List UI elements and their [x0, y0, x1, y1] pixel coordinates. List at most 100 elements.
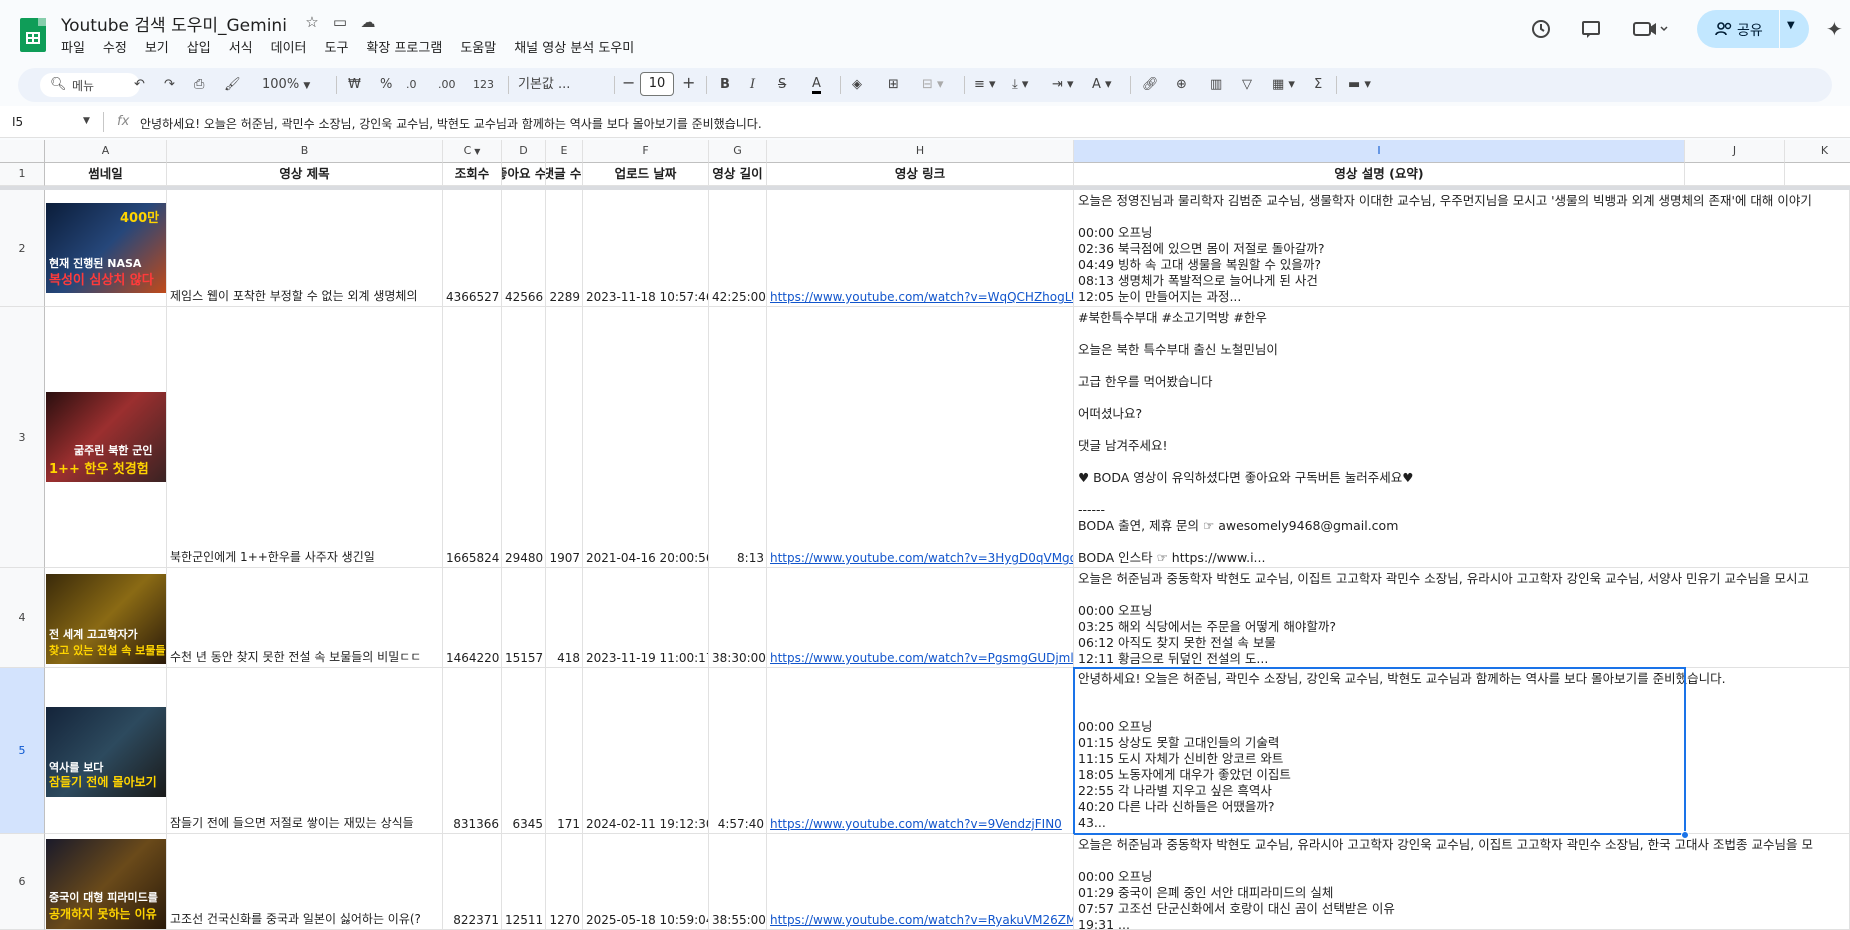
- font-size-input[interactable]: 10: [640, 72, 674, 96]
- insert-comment-icon[interactable]: ⊕: [1176, 76, 1187, 94]
- row-header-1[interactable]: 1: [0, 163, 45, 186]
- undo-icon[interactable]: ↶: [134, 76, 145, 94]
- video-link-cell[interactable]: https://www.youtube.com/watch?v=9VendzjF…: [767, 668, 1074, 834]
- functions-icon[interactable]: Σ: [1314, 76, 1322, 94]
- views-cell[interactable]: 1464220: [443, 568, 502, 668]
- header-video-length[interactable]: 영상 길이: [709, 163, 767, 186]
- video-length-cell[interactable]: 8:13: [709, 307, 767, 568]
- header-likes[interactable]: 좋아요 수: [502, 163, 546, 186]
- likes-cell[interactable]: 12511: [502, 834, 546, 930]
- decrease-decimal-button[interactable]: .0: [406, 76, 417, 94]
- currency-format-button[interactable]: ₩: [348, 76, 361, 94]
- likes-cell[interactable]: 42566: [502, 190, 546, 307]
- column-header-a[interactable]: A: [45, 140, 167, 163]
- column-header-i[interactable]: I: [1074, 140, 1685, 163]
- italic-icon[interactable]: I: [750, 76, 755, 94]
- gemini-icon[interactable]: ✦: [1826, 17, 1843, 41]
- views-cell[interactable]: 822371: [443, 834, 502, 930]
- cloud-status-icon[interactable]: ☁: [359, 13, 377, 31]
- column-header-f[interactable]: F: [583, 140, 709, 163]
- move-folder-icon[interactable]: ▭: [331, 13, 349, 31]
- upload-date-cell[interactable]: 2023-11-19 11:00:17: [583, 568, 709, 668]
- comments-cell[interactable]: 1907: [546, 307, 583, 568]
- header-upload-date[interactable]: 업로드 날짜: [583, 163, 709, 186]
- menu-tools[interactable]: 도구: [325, 37, 357, 56]
- history-icon[interactable]: [1530, 18, 1552, 40]
- decrease-font-size-icon[interactable]: −: [622, 74, 635, 92]
- header-video-title[interactable]: 영상 제목: [167, 163, 443, 186]
- name-box-dropdown-icon[interactable]: ▼: [83, 116, 90, 126]
- menu-search-input[interactable]: 🔍︎ 메뉴: [40, 73, 140, 97]
- share-dropdown-icon[interactable]: ▼: [1787, 20, 1795, 31]
- video-length-cell[interactable]: 38:55:00: [709, 834, 767, 930]
- video-link-cell[interactable]: https://www.youtube.com/watch?v=PgsmgGUD…: [767, 568, 1074, 668]
- row-header-5[interactable]: 5: [0, 668, 45, 834]
- video-link-cell[interactable]: https://www.youtube.com/watch?v=RyakuVM2…: [767, 834, 1074, 930]
- select-all-corner[interactable]: [0, 140, 45, 163]
- video-link-cell[interactable]: https://www.youtube.com/watch?v=3HygD0qV…: [767, 307, 1074, 568]
- upload-date-cell[interactable]: 2021-04-16 20:00:56: [583, 307, 709, 568]
- input-tools-icon[interactable]: ▬ ▾: [1348, 76, 1371, 94]
- menu-edit[interactable]: 수정: [103, 37, 135, 56]
- header-video-link[interactable]: 영상 링크: [767, 163, 1074, 186]
- share-button[interactable]: 공유 ▼: [1697, 10, 1809, 48]
- video-length-cell[interactable]: 4:57:40: [709, 668, 767, 834]
- video-description-cell[interactable]: #북한특수부대 #소고기먹방 #한우 오늘은 북한 특수부대 출신 노철민님이 …: [1074, 307, 1850, 568]
- column-header-h[interactable]: H: [767, 140, 1074, 163]
- spreadsheet-grid[interactable]: A B C▼ D E F G H I J K 1 썸네일 영상 제목 조회수 좋…: [0, 140, 1850, 930]
- menu-format[interactable]: 서식: [229, 37, 261, 56]
- likes-cell[interactable]: 29480: [502, 307, 546, 568]
- header-views[interactable]: 조회수: [443, 163, 502, 186]
- more-formats-button[interactable]: 123: [473, 76, 494, 94]
- row-header-6[interactable]: 6: [0, 834, 45, 930]
- row-header-4[interactable]: 4: [0, 568, 45, 668]
- percent-format-button[interactable]: %: [380, 76, 392, 94]
- header-video-description[interactable]: 영상 설명 (요약): [1074, 163, 1685, 186]
- video-description-cell[interactable]: 오늘은 정영진님과 물리학자 김범준 교수님, 생물학자 이대한 교수님, 우주…: [1074, 190, 1850, 307]
- formula-input[interactable]: 안녕하세요! 오늘은 허준님, 곽민수 소장님, 강인욱 교수님, 박현도 교수…: [140, 115, 762, 132]
- row-header-3[interactable]: 3: [0, 307, 45, 568]
- video-length-cell[interactable]: 38:30:00: [709, 568, 767, 668]
- column-header-c[interactable]: C ▼: [443, 140, 502, 163]
- redo-icon[interactable]: ↷: [164, 76, 175, 94]
- video-title-cell[interactable]: 잠들기 전에 들으면 저절로 쌓이는 재밌는 상식들: [167, 668, 443, 834]
- video-description-cell[interactable]: 오늘은 허준님과 중동학자 박현도 교수님, 이집트 고고학자 곽민수 소장님,…: [1074, 568, 1850, 668]
- sheets-logo-icon[interactable]: [20, 18, 46, 52]
- filter-views-icon[interactable]: ▦ ▾: [1272, 76, 1295, 94]
- views-cell[interactable]: 1665824: [443, 307, 502, 568]
- column-header-e[interactable]: E: [546, 140, 583, 163]
- header-comments[interactable]: 댓글 수: [546, 163, 583, 186]
- upload-date-cell[interactable]: 2023-11-18 10:57:46: [583, 190, 709, 307]
- text-wrap-icon[interactable]: ⇥ ▾: [1052, 76, 1074, 94]
- menu-insert[interactable]: 삽입: [187, 37, 219, 56]
- text-rotation-icon[interactable]: A ▾: [1092, 76, 1112, 94]
- menu-channel-analysis[interactable]: 채널 영상 분석 도우미: [514, 37, 642, 56]
- video-title-cell[interactable]: 북한군인에게 1++한우를 사주자 생긴일: [167, 307, 443, 568]
- views-cell[interactable]: 831366: [443, 668, 502, 834]
- menu-help[interactable]: 도움말: [460, 37, 504, 56]
- document-title[interactable]: Youtube 검색 도우미_Gemini: [61, 11, 287, 36]
- video-description-cell[interactable]: 오늘은 허준님과 중동학자 박현도 교수님, 유라시아 고고학자 강인욱 교수님…: [1074, 834, 1850, 930]
- video-description-cell[interactable]: 안녕하세요! 오늘은 허준님, 곽민수 소장님, 강인욱 교수님, 박현도 교수…: [1074, 668, 1850, 834]
- column-header-g[interactable]: G: [709, 140, 767, 163]
- insert-chart-icon[interactable]: ▥: [1210, 76, 1222, 94]
- column-header-b[interactable]: B: [167, 140, 443, 163]
- video-title-cell[interactable]: 제임스 웹이 포착한 부정할 수 없는 외계 생명체의: [167, 190, 443, 307]
- header-k[interactable]: [1785, 163, 1850, 186]
- bold-icon[interactable]: B: [720, 76, 730, 94]
- menu-data[interactable]: 데이터: [271, 37, 315, 56]
- star-icon[interactable]: ☆: [303, 13, 321, 31]
- print-icon[interactable]: ⎙: [194, 76, 204, 94]
- likes-cell[interactable]: 6345: [502, 668, 546, 834]
- row-header-2[interactable]: 2: [0, 190, 45, 307]
- upload-date-cell[interactable]: 2024-02-11 19:12:30: [583, 668, 709, 834]
- menu-file[interactable]: 파일: [61, 37, 93, 56]
- name-box[interactable]: I5: [12, 115, 23, 129]
- insert-link-icon[interactable]: 🔗︎: [1142, 76, 1159, 94]
- video-title-cell[interactable]: 고조선 건국신화를 중국과 일본이 싫어하는 이유(?: [167, 834, 443, 930]
- filter-icon[interactable]: ▽: [1242, 76, 1252, 94]
- video-length-cell[interactable]: 42:25:00: [709, 190, 767, 307]
- meet-video-icon[interactable]: [1632, 18, 1670, 40]
- header-thumbnail[interactable]: 썸네일: [45, 163, 167, 186]
- menu-extensions[interactable]: 확장 프로그램: [366, 37, 450, 56]
